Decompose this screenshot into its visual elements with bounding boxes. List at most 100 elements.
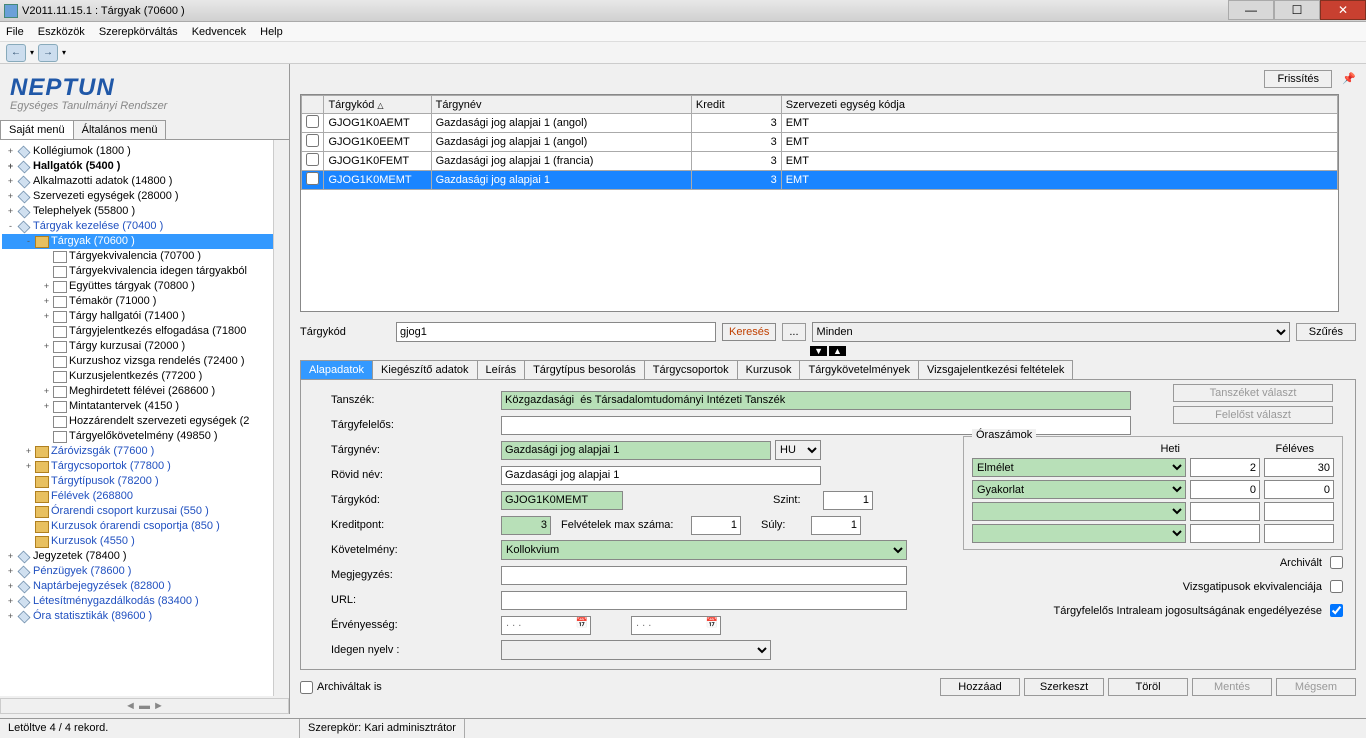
nev-input[interactable] xyxy=(501,441,771,460)
tree-view[interactable]: +Kollégiumok (1800 )+Hallgatók (5400 )+A… xyxy=(0,140,289,696)
refresh-button[interactable]: Frissítés xyxy=(1264,70,1332,88)
pin-icon[interactable]: 📌 xyxy=(1342,72,1356,86)
ora-feleves-input[interactable] xyxy=(1264,458,1334,477)
archivaltak-checkbox[interactable] xyxy=(300,681,313,694)
tree-item[interactable]: Órarendi csoport kurzusai (550 ) xyxy=(2,504,287,519)
save-button[interactable]: Mentés xyxy=(1192,678,1272,696)
tree-item[interactable]: +Záróvizsgák (77600 ) xyxy=(2,444,287,459)
archivalt-checkbox[interactable] xyxy=(1330,556,1343,569)
ora-feleves-input[interactable] xyxy=(1264,524,1334,543)
sidebar-tab-general[interactable]: Általános menü xyxy=(73,120,167,139)
tree-item[interactable]: +Együttes tárgyak (70800 ) xyxy=(2,279,287,294)
tree-item[interactable]: +Naptárbejegyzések (82800 ) xyxy=(2,579,287,594)
tree-item[interactable]: +Jegyzetek (78400 ) xyxy=(2,549,287,564)
ora-feleves-input[interactable] xyxy=(1264,480,1334,499)
detail-tab[interactable]: Leírás xyxy=(477,360,526,379)
tree-item[interactable]: -Tárgyak kezelése (70400 ) xyxy=(2,219,287,234)
ora-type-select[interactable]: Elmélet xyxy=(972,458,1186,477)
tree-item[interactable]: Kurzushoz vizsga rendelés (72400 ) xyxy=(2,354,287,369)
detail-tab[interactable]: Tárgytípus besorolás xyxy=(524,360,645,379)
detail-tab[interactable]: Tárgykövetelmények xyxy=(799,360,919,379)
kod-input[interactable] xyxy=(501,491,623,510)
tree-item[interactable]: +Alkalmazotti adatok (14800 ) xyxy=(2,174,287,189)
idegen-select[interactable] xyxy=(501,640,771,660)
tree-item[interactable]: Kurzusjelentkezés (77200 ) xyxy=(2,369,287,384)
detail-tab[interactable]: Alapadatok xyxy=(300,360,373,379)
tree-item[interactable]: -Tárgyak (70600 ) xyxy=(2,234,287,249)
detail-tab[interactable]: Kiegészítő adatok xyxy=(372,360,477,379)
tree-item[interactable]: +Kollégiumok (1800 ) xyxy=(2,144,287,159)
ora-type-select[interactable]: Gyakorlat xyxy=(972,480,1186,499)
ora-heti-input[interactable] xyxy=(1190,502,1260,521)
vizsgatip-checkbox[interactable] xyxy=(1330,580,1343,593)
tree-item[interactable]: +Tárgycsoportok (77800 ) xyxy=(2,459,287,474)
ora-heti-input[interactable] xyxy=(1190,458,1260,477)
kredit-input[interactable] xyxy=(501,516,551,535)
ellipsis-button[interactable]: ... xyxy=(782,323,805,341)
splitter[interactable]: ▼▲ xyxy=(300,346,1356,356)
intraleam-checkbox[interactable] xyxy=(1330,604,1343,617)
search-button[interactable]: Keresés xyxy=(722,323,776,341)
ora-heti-input[interactable] xyxy=(1190,480,1260,499)
tree-scrollbar[interactable] xyxy=(273,140,289,696)
table-row[interactable]: GJOG1K0FEMTGazdasági jog alapjai 1 (fran… xyxy=(302,152,1338,171)
row-checkbox[interactable] xyxy=(306,153,319,166)
close-button[interactable]: ✕ xyxy=(1320,0,1366,20)
data-grid[interactable]: Tárgykód △TárgynévKreditSzervezeti egysé… xyxy=(300,94,1339,312)
tanszek-input[interactable] xyxy=(501,391,1131,410)
megj-input[interactable] xyxy=(501,566,907,585)
menu-tools[interactable]: Eszközök xyxy=(38,26,85,38)
tree-item[interactable]: Kurzusok órarendi csoportja (850 ) xyxy=(2,519,287,534)
suly-input[interactable] xyxy=(811,516,861,535)
detail-tab[interactable]: Vizsgajelentkezési feltételek xyxy=(918,360,1073,379)
edit-button[interactable]: Szerkeszt xyxy=(1024,678,1104,696)
url-input[interactable] xyxy=(501,591,907,610)
tree-item[interactable]: +Témakör (71000 ) xyxy=(2,294,287,309)
detail-tab[interactable]: Tárgycsoportok xyxy=(644,360,738,379)
add-button[interactable]: Hozzáad xyxy=(940,678,1020,696)
table-row[interactable]: GJOG1K0AEMTGazdasági jog alapjai 1 (ango… xyxy=(302,114,1338,133)
nav-forward-button[interactable]: → xyxy=(38,44,58,62)
minimize-button[interactable]: — xyxy=(1228,0,1274,20)
felelos-input[interactable] xyxy=(501,416,1131,435)
tree-item[interactable]: Kurzusok (4550 ) xyxy=(2,534,287,549)
tree-item[interactable]: Hozzárendelt szervezeti egységek (2 xyxy=(2,414,287,429)
table-row[interactable]: GJOG1K0EEMTGazdasági jog alapjai 1 (ango… xyxy=(302,133,1338,152)
rovid-input[interactable] xyxy=(501,466,821,485)
menu-fav[interactable]: Kedvencek xyxy=(192,26,246,38)
grid-header[interactable]: Tárgykód △ xyxy=(324,96,431,114)
nev-lang-select[interactable]: HU xyxy=(775,440,821,460)
tree-item[interactable]: +Óra statisztikák (89600 ) xyxy=(2,609,287,624)
tree-item[interactable]: Tárgyekvivalencia (70700 ) xyxy=(2,249,287,264)
filter-select[interactable]: Minden xyxy=(812,322,1290,342)
row-checkbox[interactable] xyxy=(306,134,319,147)
tree-item[interactable]: Tárgyekvivalencia idegen tárgyakból xyxy=(2,264,287,279)
choose-tanszek-button[interactable]: Tanszéket választ xyxy=(1173,384,1333,402)
ora-type-select[interactable] xyxy=(972,502,1186,521)
sidebar-hscroll[interactable]: ◄ ▬ ► xyxy=(0,698,289,714)
tree-item[interactable]: +Létesítménygazdálkodás (83400 ) xyxy=(2,594,287,609)
tree-item[interactable]: +Pénzügyek (78600 ) xyxy=(2,564,287,579)
tree-item[interactable]: Tárgyjelentkezés elfogadása (71800 xyxy=(2,324,287,339)
detail-tab[interactable]: Kurzusok xyxy=(737,360,801,379)
tree-item[interactable]: Tárgyelőkövetelmény (49850 ) xyxy=(2,429,287,444)
grid-header[interactable]: Szervezeti egység kódja xyxy=(781,96,1337,114)
maximize-button[interactable]: ☐ xyxy=(1274,0,1320,20)
szint-input[interactable] xyxy=(823,491,873,510)
filter-button[interactable]: Szűrés xyxy=(1296,323,1356,341)
menu-role[interactable]: Szerepkörváltás xyxy=(99,26,178,38)
ora-heti-input[interactable] xyxy=(1190,524,1260,543)
tree-item[interactable]: +Tárgy kurzusai (72000 ) xyxy=(2,339,287,354)
tree-item[interactable]: +Hallgatók (5400 ) xyxy=(2,159,287,174)
row-checkbox[interactable] xyxy=(306,172,319,185)
ora-feleves-input[interactable] xyxy=(1264,502,1334,521)
erv-to-input[interactable]: . . . xyxy=(631,616,721,635)
tree-item[interactable]: +Tárgy hallgatói (71400 ) xyxy=(2,309,287,324)
tree-item[interactable]: +Mintatantervek (4150 ) xyxy=(2,399,287,414)
grid-header[interactable]: Kredit xyxy=(691,96,781,114)
choose-felelos-button[interactable]: Felelőst választ xyxy=(1173,406,1333,424)
grid-header[interactable]: Tárgynév xyxy=(431,96,691,114)
sidebar-tab-own[interactable]: Saját menü xyxy=(0,120,74,139)
row-checkbox[interactable] xyxy=(306,115,319,128)
cancel-button[interactable]: Mégsem xyxy=(1276,678,1356,696)
